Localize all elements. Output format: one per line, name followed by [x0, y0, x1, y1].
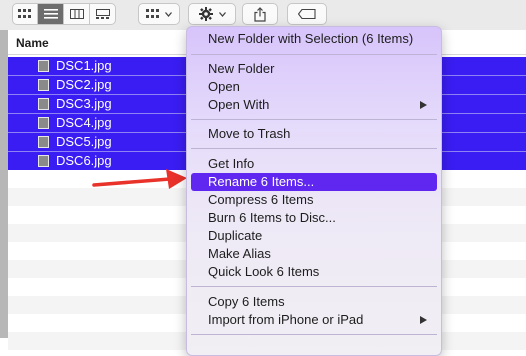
share-button[interactable]	[242, 3, 278, 25]
submenu-arrow-icon	[420, 101, 427, 109]
menu-item-label: Import from iPhone or iPad	[208, 312, 364, 327]
menu-item-duplicate[interactable]: Duplicate	[191, 227, 437, 245]
gear-icon	[198, 7, 213, 21]
file-name: DSC4.jpg	[56, 115, 112, 130]
column-header-name[interactable]: Name	[16, 36, 49, 50]
list-view-button[interactable]	[38, 3, 64, 25]
menu-separator	[191, 148, 437, 149]
share-icon	[254, 6, 266, 22]
image-file-icon	[38, 60, 49, 72]
menu-separator	[191, 334, 437, 335]
menu-item-label: Get Info	[208, 156, 255, 171]
menu-item-label: Make Alias	[208, 246, 271, 261]
menu-item-make-alias[interactable]: Make Alias	[191, 245, 437, 263]
image-file-icon	[38, 79, 49, 91]
gallery-view-button[interactable]	[90, 3, 116, 25]
menu-item-label: Burn 6 Items to Disc...	[208, 210, 336, 225]
menu-item-label: Move to Trash	[208, 126, 291, 141]
file-name: DSC1.jpg	[56, 58, 112, 73]
menu-item-label: New Folder	[208, 61, 275, 76]
menu-item-get-info[interactable]: Get Info	[191, 155, 437, 173]
sidebar-edge	[0, 30, 8, 338]
group-grid-icon	[146, 9, 160, 19]
menu-item-label: Quick Look 6 Items	[208, 264, 320, 279]
gallery-view-icon	[95, 9, 110, 19]
image-file-icon	[38, 117, 49, 129]
menu-item-label: Duplicate	[208, 228, 263, 243]
chevron-down-icon	[165, 11, 172, 17]
menu-item-copy[interactable]: Copy 6 Items	[191, 293, 437, 311]
column-view-icon	[69, 9, 84, 19]
view-switcher	[12, 3, 116, 25]
menu-item-label: Open With	[208, 97, 270, 112]
icon-view-button[interactable]	[12, 3, 38, 25]
red-arrow-icon	[92, 169, 187, 189]
menu-item-new-folder[interactable]: New Folder	[191, 60, 437, 78]
menu-separator	[191, 286, 437, 287]
file-name: DSC5.jpg	[56, 134, 112, 149]
group-button[interactable]	[138, 3, 180, 25]
file-name: DSC3.jpg	[56, 96, 112, 111]
icon-view-icon	[18, 9, 32, 19]
list-view-icon	[43, 9, 58, 19]
column-view-button[interactable]	[64, 3, 90, 25]
menu-item-open-with[interactable]: Open With	[191, 96, 437, 114]
file-name: DSC2.jpg	[56, 77, 112, 92]
menu-item-compress[interactable]: Compress 6 Items	[191, 191, 437, 209]
menu-item-label: Copy 6 Items	[208, 294, 285, 309]
menu-item-burn-to-disc[interactable]: Burn 6 Items to Disc...	[191, 209, 437, 227]
menu-item-open[interactable]: Open	[191, 78, 437, 96]
context-menu: New Folder with Selection (6 Items) New …	[186, 26, 442, 356]
submenu-arrow-icon	[420, 316, 427, 324]
image-file-icon	[38, 136, 49, 148]
chevron-down-icon	[218, 11, 226, 17]
tag-button[interactable]	[287, 3, 327, 25]
menu-item-rename[interactable]: Rename 6 Items...	[191, 173, 437, 191]
action-button[interactable]	[188, 3, 236, 25]
menu-item-label: Compress 6 Items	[208, 192, 314, 207]
menu-item-import-from-iphone[interactable]: Import from iPhone or iPad	[191, 311, 437, 329]
image-file-icon	[38, 155, 49, 167]
menu-item-label: Open	[208, 79, 240, 94]
tag-icon	[298, 9, 316, 19]
menu-item-new-folder-with-selection[interactable]: New Folder with Selection (6 Items)	[191, 30, 437, 48]
menu-separator	[191, 54, 437, 55]
menu-item-move-to-trash[interactable]: Move to Trash	[191, 125, 437, 143]
menu-item-label: New Folder with Selection (6 Items)	[208, 31, 414, 46]
menu-item-quick-look[interactable]: Quick Look 6 Items	[191, 263, 437, 281]
file-name: DSC6.jpg	[56, 153, 112, 168]
image-file-icon	[38, 98, 49, 110]
menu-separator	[191, 119, 437, 120]
menu-item-label: Rename 6 Items...	[208, 174, 315, 189]
